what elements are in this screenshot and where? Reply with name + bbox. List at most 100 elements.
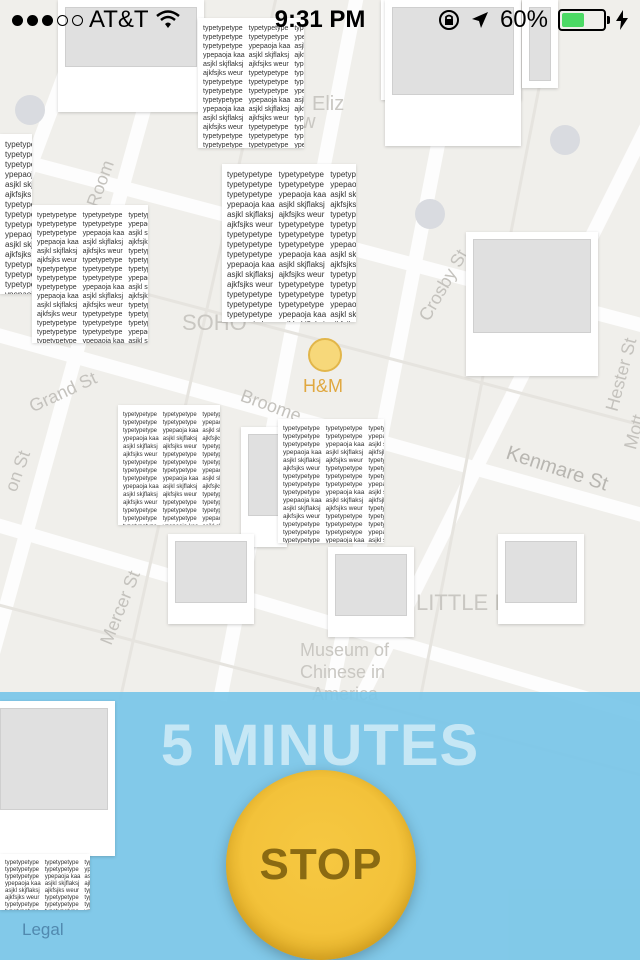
text-card[interactable]: typetypetypetypetypetypetypetypetypeypep…	[0, 134, 32, 294]
text-card-column: typetypetype typetypetype ypepaoja kaa asjk…	[325, 425, 365, 543]
text-card-line: ypepaoja kaa	[128, 275, 148, 282]
text-card-line: typetypetype	[278, 230, 324, 239]
text-card-line: ajkfsjks weur	[294, 106, 304, 113]
text-card-line: typetypetype	[5, 260, 32, 269]
subway-icon	[15, 95, 45, 125]
text-card-line: ajkfsjks weur	[84, 881, 90, 887]
photo-placeholder	[473, 239, 591, 333]
text-card-line: typetypetype	[84, 895, 90, 901]
text-card-line: typetypetype	[203, 133, 243, 140]
text-card-line: typetypetype	[368, 521, 384, 528]
text-card-line: ypepaoja kaa	[294, 88, 304, 95]
text-card-line: ypepaoja kaa	[84, 867, 90, 873]
text-card-line: typetypetype	[37, 329, 77, 336]
text-card-column: typetypetypetypetypetypetypetypetypeypep…	[123, 411, 159, 525]
text-card-line: ajkfsjks weur	[330, 260, 356, 269]
text-card-line: typetypetype	[227, 190, 273, 199]
text-card-line: typetypetype	[162, 516, 197, 522]
text-card-line: typetypetype	[123, 412, 158, 418]
text-card-line: ypepaoja kaa	[283, 449, 322, 456]
text-card-column: typetypetype typetypetype ypepaoja kaa asjk…	[162, 411, 199, 525]
text-card-line: typetypetype	[248, 124, 289, 131]
text-card[interactable]: typetypetypetypetypetypetypetypetypeypep…	[278, 419, 384, 543]
text-card-column: typetypetypeypepaoja kaaasjkl skjflaksja…	[202, 411, 220, 525]
text-card-line: typetypetype	[227, 300, 273, 309]
text-card-line: ypepaoja kaa	[330, 240, 356, 249]
text-card-line: typetypetype	[128, 266, 148, 273]
text-card-line: typetypetype	[123, 508, 158, 514]
text-card-line: ypepaoja kaa	[5, 170, 32, 179]
text-card[interactable]: typetypetype typetypetype typetypetype ypep…	[32, 205, 148, 343]
map-label: Eliz	[312, 93, 344, 115]
text-card-line: typetypetype	[278, 180, 324, 189]
photo-card[interactable]	[0, 701, 115, 856]
text-card-line: typetypetype	[227, 230, 273, 239]
text-card-line: typetypetype	[202, 500, 220, 506]
text-card-line: ajkfsjks weur	[123, 452, 158, 458]
text-card[interactable]: typetypetypetypetypetypetypetypetypeypep…	[222, 164, 356, 322]
text-card-column: typetypetypeypepaoja kaaasjkl skjflaksja…	[84, 860, 90, 910]
text-card-line: ypepaoja kaa	[325, 489, 365, 496]
stop-button[interactable]: STOP	[226, 770, 416, 960]
text-card-line: ajkfsjks weur	[44, 888, 80, 894]
text-card-line: typetypetype	[203, 97, 243, 104]
text-card-line: typetypetype	[330, 290, 356, 299]
legal-link[interactable]: Legal	[22, 920, 64, 940]
text-card-line: typetypetype	[278, 280, 324, 289]
text-card-line: asjkl skjflaksj	[37, 302, 78, 309]
text-card-line: asjkl skjflaksj	[368, 489, 384, 496]
text-card-line: asjkl skjflaksj	[82, 293, 124, 300]
text-card-line: typetypetype	[278, 300, 324, 309]
text-card-line: ypepaoja kaa	[294, 142, 304, 148]
text-card-line: ypepaoja kaa	[5, 881, 41, 887]
photo-card[interactable]	[466, 232, 598, 376]
text-card-line: typetypetype	[294, 133, 304, 140]
text-card-line: typetypetype	[283, 473, 320, 480]
text-card-line: typetypetype	[5, 874, 40, 880]
text-card-line: typetypetype	[368, 425, 384, 432]
text-card-line: typetypetype	[5, 270, 32, 279]
text-card-line: ajkfsjks weur	[330, 320, 356, 322]
text-card-line: ypepaoja kaa	[162, 428, 199, 434]
text-card-line: asjkl skjflaksj	[325, 497, 364, 504]
text-card-line: typetypetype	[202, 412, 220, 418]
text-card-column: typetypetypetypetypetypetypetypetypeypep…	[5, 140, 32, 294]
text-card-column: typetypetypeypepaoja kaaasjkl skjflaksja…	[330, 170, 356, 322]
text-card-line: typetypetype	[227, 310, 273, 319]
text-card-line: typetypetype	[248, 133, 289, 140]
text-card-line: typetypetype	[202, 460, 220, 466]
text-card-line: ypepaoja kaa	[84, 909, 90, 910]
text-card-column: typetypetypeypepaoja kaaasjkl skjflaksja…	[128, 211, 148, 343]
text-card[interactable]: typetypetypetypetypetypetypetypetypeypep…	[0, 854, 90, 910]
photo-card[interactable]	[328, 547, 414, 637]
text-card-line: typetypetype	[278, 240, 324, 249]
text-card-line: asjkl skjflaksj	[330, 310, 356, 319]
text-card-line: typetypetype	[162, 508, 197, 514]
text-card-line: typetypetype	[5, 860, 40, 866]
text-card-line: asjkl skjflaksj	[162, 484, 198, 490]
text-card-line: typetypetype	[294, 115, 304, 122]
text-card-line: typetypetype	[203, 43, 243, 50]
text-card-line: typetypetype	[283, 441, 320, 448]
text-card-line: typetypetype	[325, 433, 363, 440]
photo-card[interactable]	[498, 534, 584, 624]
text-card-line: ajkfsjks weur	[202, 484, 220, 490]
text-card-line: ajkfsjks weur	[162, 492, 198, 498]
text-card-line: typetypetype	[227, 180, 273, 189]
text-card-line: typetypetype	[283, 489, 320, 496]
text-card-line: typetypetype	[368, 505, 384, 512]
text-card-line: typetypetype	[128, 248, 148, 255]
text-card-line: typetypetype	[202, 492, 220, 498]
text-card-line: typetypetype	[162, 460, 197, 466]
text-card-line: ajkfsjks weur	[294, 52, 304, 59]
text-card-line: typetypetype	[37, 221, 77, 228]
text-card-line: typetypetype	[325, 513, 363, 520]
text-card-line: ajkfsjks weur	[330, 200, 356, 209]
text-card-line: ypepaoja kaa	[325, 441, 365, 448]
text-card-line: typetypetype	[162, 412, 197, 418]
text-card[interactable]: typetypetypetypetypetypetypetypetypeypep…	[118, 405, 220, 525]
photo-placeholder	[248, 434, 280, 516]
photo-card[interactable]	[168, 534, 254, 624]
text-card-line: typetypetype	[203, 142, 243, 148]
text-card-line: ypepaoja kaa	[227, 200, 275, 209]
